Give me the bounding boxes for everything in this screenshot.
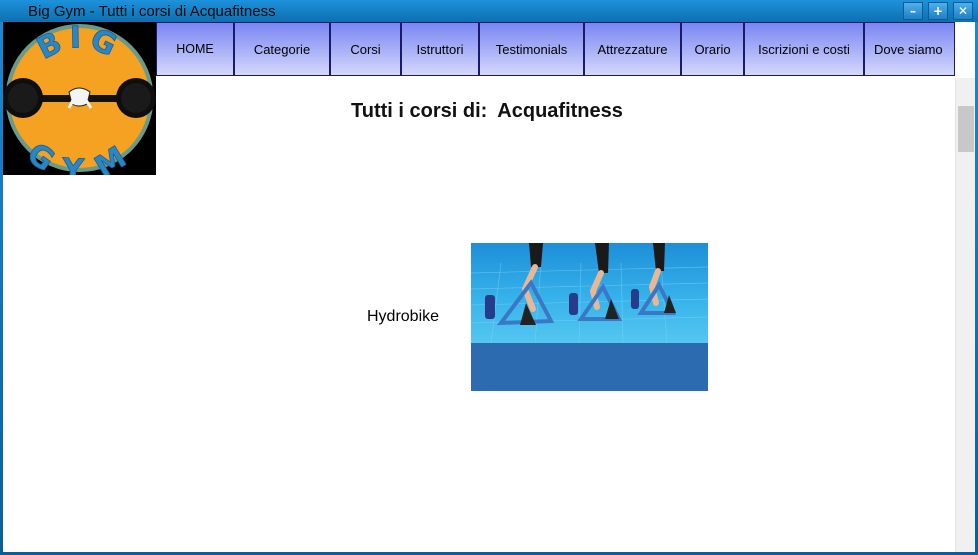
- nav-item-categorie[interactable]: Categorie: [234, 22, 330, 76]
- page-title-prefix: Tutti i corsi di:: [351, 100, 488, 122]
- nav-item-istruttori[interactable]: Istruttori: [401, 22, 479, 76]
- nav-item-testimonials[interactable]: Testimonials: [479, 22, 584, 76]
- main-navigation: HOME Categorie Corsi Istruttori Testimon…: [156, 22, 955, 78]
- close-icon: ✕: [957, 4, 969, 18]
- scrollbar-thumb[interactable]: [958, 106, 974, 152]
- page-title-category: Acquafitness: [497, 100, 622, 122]
- hydrobike-image: [471, 243, 708, 391]
- maximize-button[interactable]: +: [928, 2, 948, 20]
- vertical-scrollbar[interactable]: [955, 78, 975, 552]
- nav-item-iscrizioni-costi[interactable]: Iscrizioni e costi: [744, 22, 864, 76]
- close-button[interactable]: ✕: [953, 2, 973, 20]
- big-gym-logo[interactable]: BIG GYM: [3, 22, 156, 189]
- nav-item-dove-siamo[interactable]: Dove siamo: [864, 22, 955, 76]
- nav-item-orario[interactable]: Orario: [681, 22, 744, 76]
- nav-item-corsi[interactable]: Corsi: [330, 22, 401, 76]
- course-name-hydrobike[interactable]: Hydrobike: [367, 308, 439, 326]
- maximize-icon: +: [932, 4, 944, 18]
- nav-item-attrezzature[interactable]: Attrezzature: [584, 22, 681, 76]
- minimize-icon: –: [910, 4, 916, 18]
- minimize-button[interactable]: –: [903, 2, 923, 20]
- nav-item-home[interactable]: HOME: [156, 22, 234, 76]
- app-window: Big Gym - Tutti i corsi di Acquafitness …: [0, 0, 978, 555]
- hydrobike-photo[interactable]: [471, 243, 708, 391]
- page-title: Tutti i corsi di: Acquafitness: [351, 100, 622, 123]
- title-bar[interactable]: Big Gym - Tutti i corsi di Acquafitness …: [0, 0, 978, 22]
- window-title: Big Gym - Tutti i corsi di Acquafitness: [28, 3, 276, 20]
- page-content: BIG GYM HOME Categorie Corsi Istruttori …: [3, 22, 975, 552]
- logo-graphic: BIG GYM: [3, 22, 156, 189]
